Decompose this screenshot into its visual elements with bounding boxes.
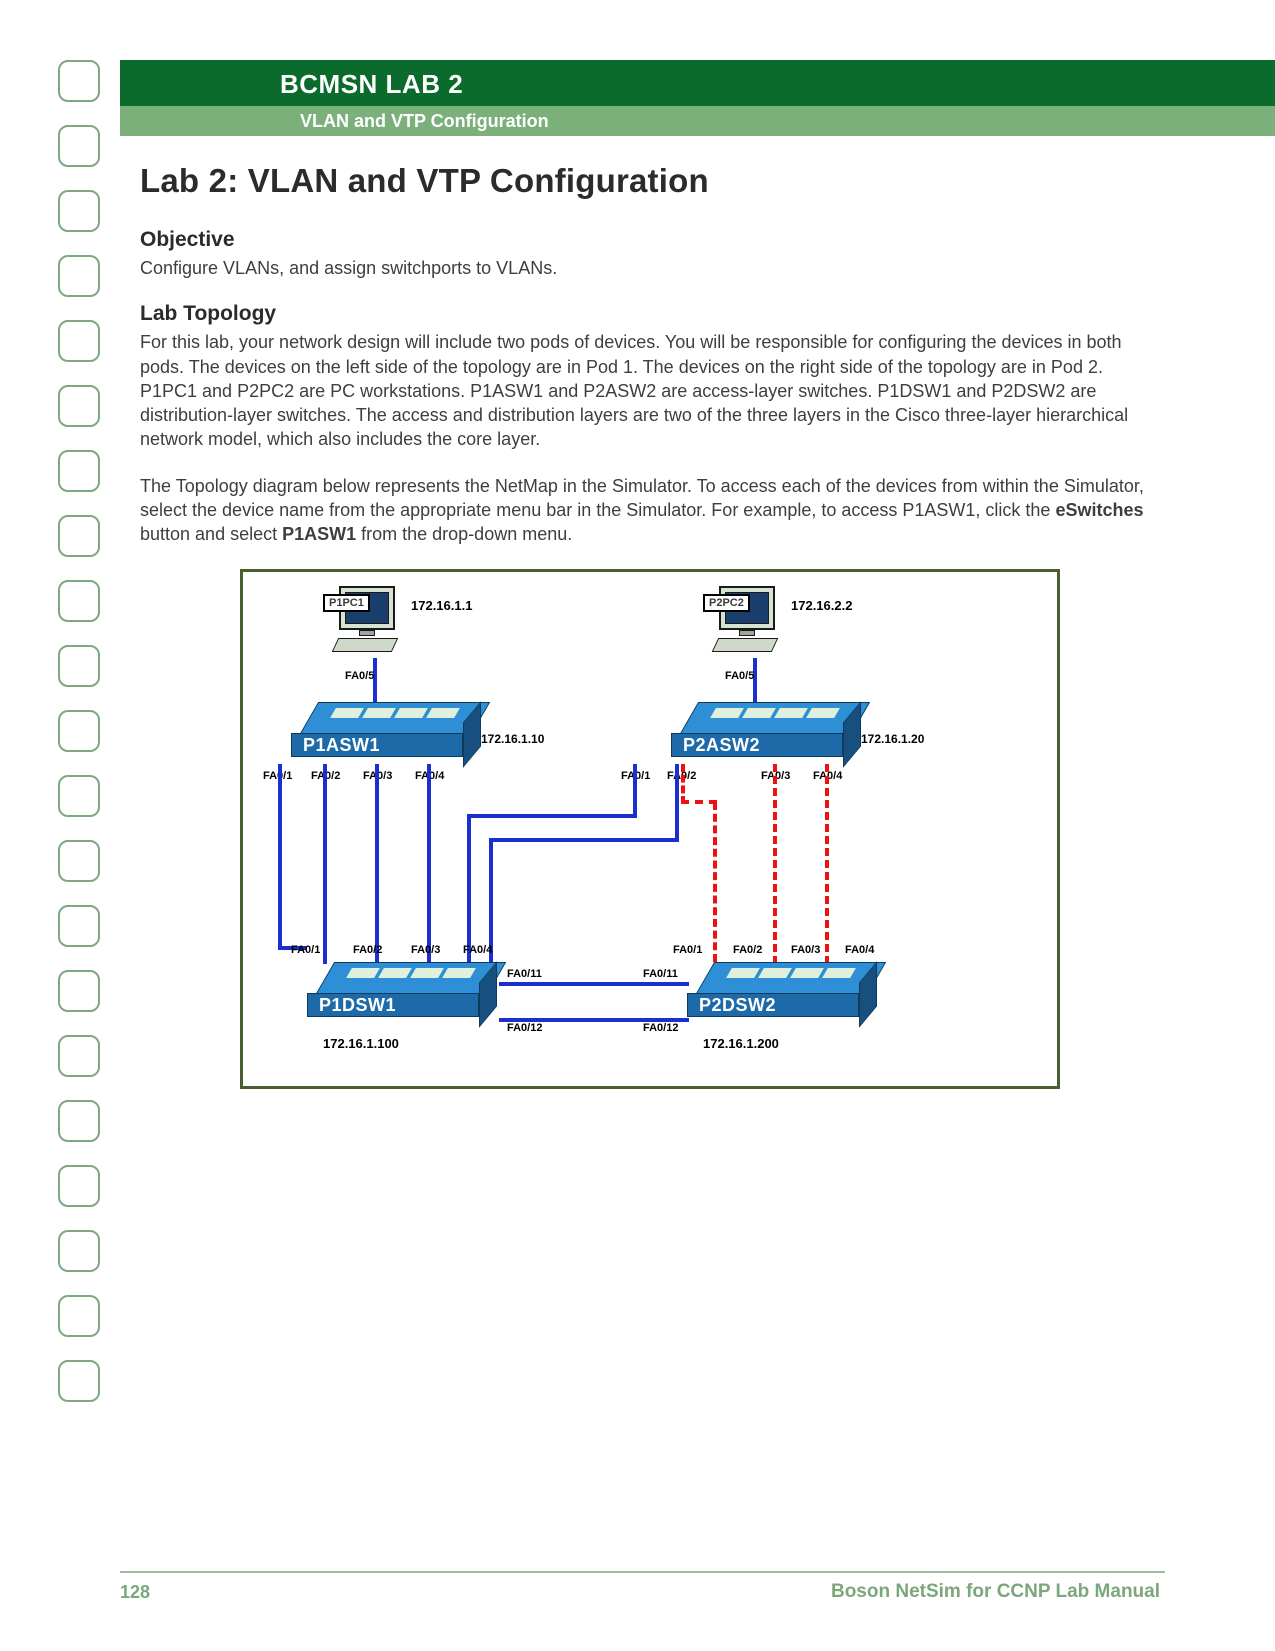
fa05-left: FA0/5 — [345, 670, 374, 682]
footer-manual-title: Boson NetSim for CCNP Lab Manual — [831, 1581, 1160, 1603]
spiral-binding — [58, 60, 100, 1402]
p1dsw1-switch-icon: P1DSW1 — [307, 962, 497, 1032]
spiral-tab — [58, 125, 100, 167]
p2dsw2-name: P2DSW2 — [699, 995, 776, 1016]
d1-fa02: FA0/2 — [353, 944, 382, 956]
d2-fa03: FA0/3 — [791, 944, 820, 956]
objective-heading: Objective — [140, 228, 1160, 252]
topology-p2-eswitches: eSwitches — [1055, 500, 1143, 520]
spiral-tab — [58, 515, 100, 557]
spiral-tab — [58, 1165, 100, 1207]
line — [375, 764, 379, 964]
spiral-tab — [58, 840, 100, 882]
spiral-tab — [58, 320, 100, 362]
fa05-right: FA0/5 — [725, 670, 754, 682]
p1dsw1-name: P1DSW1 — [319, 995, 396, 1016]
topology-p2-p1asw1: P1ASW1 — [282, 524, 356, 544]
spiral-tab — [58, 450, 100, 492]
line — [675, 764, 679, 842]
spiral-tab — [58, 580, 100, 622]
spiral-tab — [58, 1295, 100, 1337]
header-subtitle: VLAN and VTP Configuration — [120, 106, 1275, 132]
topology-p2-c: button and select — [140, 524, 282, 544]
spiral-tab — [58, 385, 100, 427]
line — [467, 814, 471, 964]
header-light-bar: VLAN and VTP Configuration — [120, 106, 1275, 136]
p1dsw1-ip: 172.16.1.100 — [323, 1036, 399, 1051]
spiral-tab — [58, 1230, 100, 1272]
page-title: Lab 2: VLAN and VTP Configuration — [140, 162, 1160, 200]
p2pc2-ip: 172.16.2.2 — [791, 598, 852, 613]
dashed-line — [825, 764, 829, 964]
fa012-left: FA0/12 — [507, 1022, 542, 1034]
line — [467, 814, 637, 818]
spiral-tab — [58, 1360, 100, 1402]
header-lab-label: BCMSN LAB 2 — [120, 60, 1275, 100]
topology-heading: Lab Topology — [140, 302, 1160, 326]
fa011-left: FA0/11 — [507, 968, 542, 980]
line — [373, 658, 377, 706]
p1asw1-name: P1ASW1 — [303, 735, 380, 756]
p2asw2-ip: 172.16.1.20 — [861, 732, 924, 746]
line — [753, 658, 757, 706]
spiral-tab — [58, 60, 100, 102]
spiral-tab — [58, 710, 100, 752]
p2pc2-label: P2PC2 — [703, 594, 750, 612]
d2-fa01: FA0/1 — [673, 944, 702, 956]
fa011-right: FA0/11 — [643, 968, 678, 980]
p2asw2-name: P2ASW2 — [683, 735, 760, 756]
line — [499, 982, 689, 986]
spiral-tab — [58, 1035, 100, 1077]
dashed-line — [681, 800, 717, 804]
d1-fa04: FA0/4 — [463, 944, 492, 956]
spiral-tab — [58, 645, 100, 687]
p1asw1-ip: 172.16.1.10 — [481, 732, 544, 746]
p1asw1-switch-icon: P1ASW1 — [291, 702, 481, 772]
d2-fa02: FA0/2 — [733, 944, 762, 956]
topology-para-1: For this lab, your network design will i… — [140, 330, 1160, 451]
spiral-tab — [58, 775, 100, 817]
spiral-tab — [58, 190, 100, 232]
page-content: Lab 2: VLAN and VTP Configuration Object… — [140, 150, 1160, 1089]
line — [323, 764, 327, 964]
objective-text: Configure VLANs, and assign switchports … — [140, 256, 1160, 280]
topology-p2-a: The Topology diagram below represents th… — [140, 476, 1144, 520]
line — [427, 764, 431, 964]
fa012-right: FA0/12 — [643, 1022, 678, 1034]
spiral-tab — [58, 255, 100, 297]
line — [489, 838, 679, 842]
spiral-tab — [58, 1100, 100, 1142]
line — [633, 764, 637, 818]
spiral-tab — [58, 970, 100, 1012]
dashed-line — [681, 764, 685, 804]
topology-diagram: P1PC1 172.16.1.1 P2PC2 172.16.2.2 FA0/5 … — [240, 569, 1060, 1089]
d2-fa04: FA0/4 — [845, 944, 874, 956]
p2dsw2-switch-icon: P2DSW2 — [687, 962, 877, 1032]
d1-fa01: FA0/1 — [291, 944, 320, 956]
dashed-line — [773, 764, 777, 964]
p1pc1-ip: 172.16.1.1 — [411, 598, 472, 613]
topology-p2-e: from the drop-down menu. — [356, 524, 572, 544]
dashed-line — [713, 802, 717, 962]
line — [278, 764, 282, 950]
p2dsw2-ip: 172.16.1.200 — [703, 1036, 779, 1051]
footer-rule — [120, 1571, 1165, 1573]
d1-fa03: FA0/3 — [411, 944, 440, 956]
p1pc1-label: P1PC1 — [323, 594, 370, 612]
spiral-tab — [58, 905, 100, 947]
header-dark-bar: BCMSN LAB 2 — [120, 60, 1275, 106]
p2asw2-switch-icon: P2ASW2 — [671, 702, 861, 772]
topology-para-2: The Topology diagram below represents th… — [140, 474, 1160, 547]
page-number: 128 — [120, 1582, 150, 1603]
